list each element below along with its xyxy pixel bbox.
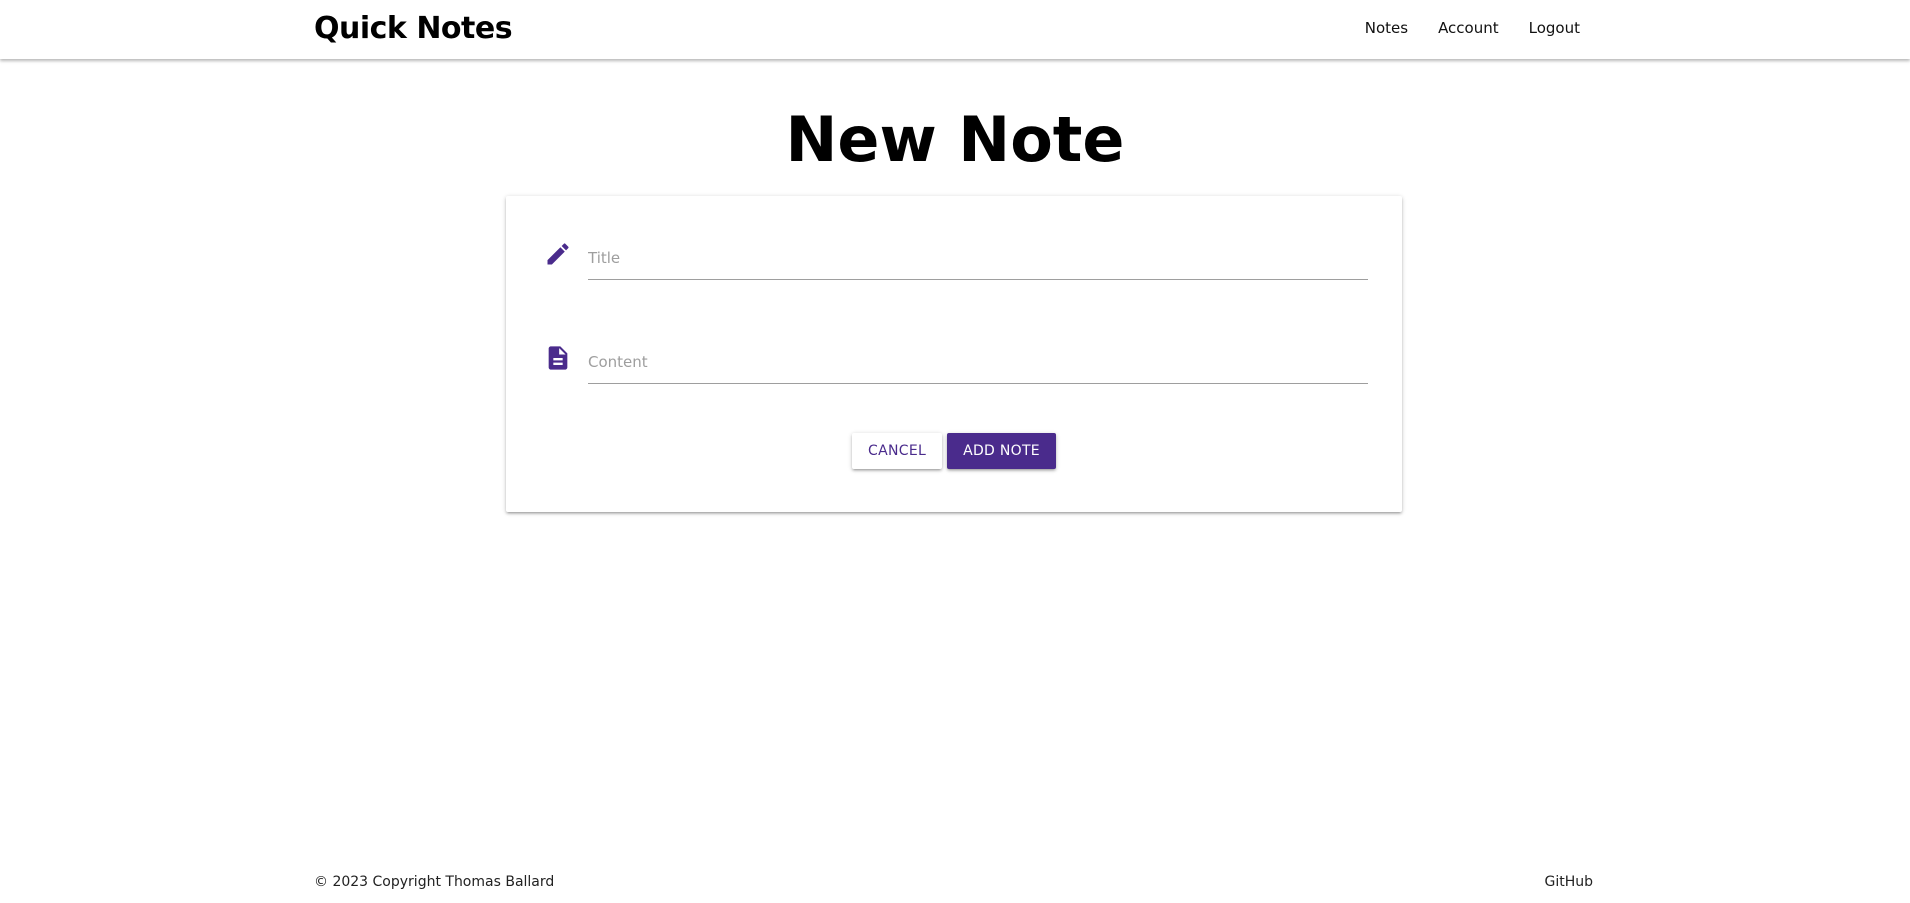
cancel-button[interactable]: Cancel [852,433,943,469]
form-actions: Cancel Add Note [506,433,1402,469]
add-note-button[interactable]: Add Note [947,433,1056,469]
new-note-form-card: Cancel Add Note [506,196,1402,512]
nav-link-account[interactable]: Account [1438,18,1499,38]
pencil-icon [544,240,572,268]
nav-link-notes[interactable]: Notes [1365,18,1408,38]
title-field [544,236,1368,280]
nav-links: Notes Account Logout [1365,18,1580,38]
nav-link-logout[interactable]: Logout [1529,18,1580,38]
title-input[interactable] [588,236,1368,280]
footer-copyright: © 2023 Copyright Thomas Ballard [314,874,555,890]
content-field [544,340,1368,384]
brand-logo-link[interactable]: Quick Notes [314,11,513,47]
top-navbar: Quick Notes Notes Account Logout [0,0,1910,59]
footer-github-link[interactable]: GitHub [1544,872,1593,892]
page-title: New Note [785,103,1125,176]
document-icon [544,344,572,372]
content-input[interactable] [588,340,1368,384]
